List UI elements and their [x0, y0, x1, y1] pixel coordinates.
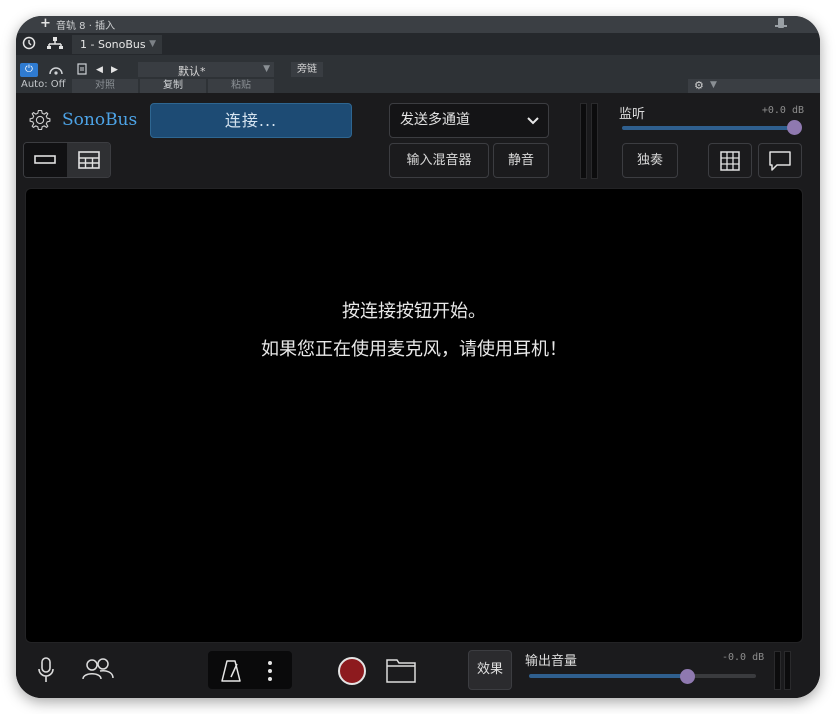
- gear-icon[interactable]: [28, 108, 52, 132]
- solo-button[interactable]: 独奏: [622, 143, 678, 178]
- monitor-slider[interactable]: [622, 126, 794, 130]
- chat-button[interactable]: [758, 143, 802, 178]
- metronome-panel: [208, 651, 292, 689]
- input-level-meter-right: [591, 103, 598, 179]
- more-icon[interactable]: [266, 660, 274, 682]
- chevron-down-icon: ▼: [149, 39, 156, 49]
- copy-button[interactable]: 复制: [140, 79, 206, 93]
- connect-button[interactable]: 连接...: [150, 103, 352, 138]
- chat-icon: [769, 151, 791, 171]
- previous-preset-icon[interactable]: ◀: [96, 63, 103, 77]
- output-volume-label: 输出音量: [525, 654, 578, 669]
- preset-file-icon[interactable]: [77, 63, 87, 75]
- folder-icon[interactable]: [386, 657, 416, 683]
- next-preset-icon[interactable]: ▶: [111, 63, 118, 77]
- preset-selector[interactable]: 默认* ▼: [138, 62, 274, 78]
- users-icon[interactable]: [80, 656, 116, 682]
- send-mode-value: 发送多通道: [400, 112, 470, 128]
- keyboard-icon: [720, 151, 740, 171]
- chevron-down-icon: ▼: [710, 80, 717, 90]
- monitor-db: +0.0 dB: [761, 105, 804, 116]
- power-button[interactable]: ⏻: [20, 63, 38, 77]
- keyboard-button[interactable]: [708, 143, 752, 178]
- chevron-down-icon: ▼: [263, 64, 270, 74]
- effects-button[interactable]: 效果: [468, 650, 512, 690]
- input-mixer-button[interactable]: 输入混音器: [389, 143, 489, 178]
- monitor-slider-knob[interactable]: [787, 120, 802, 135]
- clock-icon[interactable]: [22, 36, 36, 50]
- auto-mode[interactable]: Auto: Off: [21, 79, 66, 90]
- mute-button[interactable]: 静音: [493, 143, 549, 178]
- window-title: 音轨 8 · 插入: [56, 21, 116, 32]
- compare-button[interactable]: 对照: [72, 79, 138, 93]
- automation-icon[interactable]: [48, 64, 64, 76]
- peer-area: 按连接按钮开始。 如果您正在使用麦克风，请使用耳机！: [25, 188, 803, 643]
- insert-name: 1 - SonoBus: [80, 38, 146, 51]
- headphone-warning: 如果您正在使用麦克风，请使用耳机！: [261, 339, 567, 360]
- output-volume-slider[interactable]: [529, 674, 687, 678]
- brand-logo: SonoBus: [62, 110, 138, 130]
- monitor-label: 监听: [619, 107, 646, 122]
- metronome-icon[interactable]: [220, 659, 242, 683]
- add-icon[interactable]: +: [40, 17, 51, 31]
- grid-view-button[interactable]: [67, 143, 110, 177]
- chevron-down-icon: [527, 117, 539, 125]
- send-mode-dropdown[interactable]: 发送多通道: [389, 103, 549, 138]
- preset-name: 默认*: [178, 65, 206, 78]
- plugin-window: + 音轨 8 · 插入 1 - SonoBus ▼ ⏻ Auto: Off ◀ …: [16, 16, 820, 698]
- single-view-icon: [34, 155, 56, 164]
- host-settings[interactable]: ⚙ ▼: [688, 79, 820, 93]
- output-volume-slider-rest: [687, 674, 756, 678]
- routing-icon[interactable]: [46, 36, 64, 50]
- output-level-meter-right: [784, 651, 791, 690]
- output-volume-knob[interactable]: [680, 669, 695, 684]
- view-toggle: [23, 142, 111, 178]
- start-message: 按连接按钮开始。: [342, 301, 486, 322]
- microphone-icon[interactable]: [36, 656, 56, 684]
- sidechain-button[interactable]: 旁链: [291, 62, 323, 77]
- insert-selector[interactable]: 1 - SonoBus ▼: [72, 35, 162, 54]
- output-level-meter-left: [774, 651, 781, 690]
- input-level-meter-left: [580, 103, 587, 179]
- grid-view-icon: [78, 151, 100, 169]
- output-volume-db: -0.0 dB: [722, 652, 765, 663]
- single-view-button[interactable]: [24, 143, 67, 177]
- record-button[interactable]: [338, 657, 366, 685]
- gear-icon: ⚙: [694, 79, 704, 92]
- pin-icon[interactable]: [775, 18, 787, 28]
- host-title-bar: + 音轨 8 · 插入: [16, 16, 820, 33]
- paste-button[interactable]: 粘贴: [208, 79, 274, 93]
- bottom-bar: [16, 643, 820, 698]
